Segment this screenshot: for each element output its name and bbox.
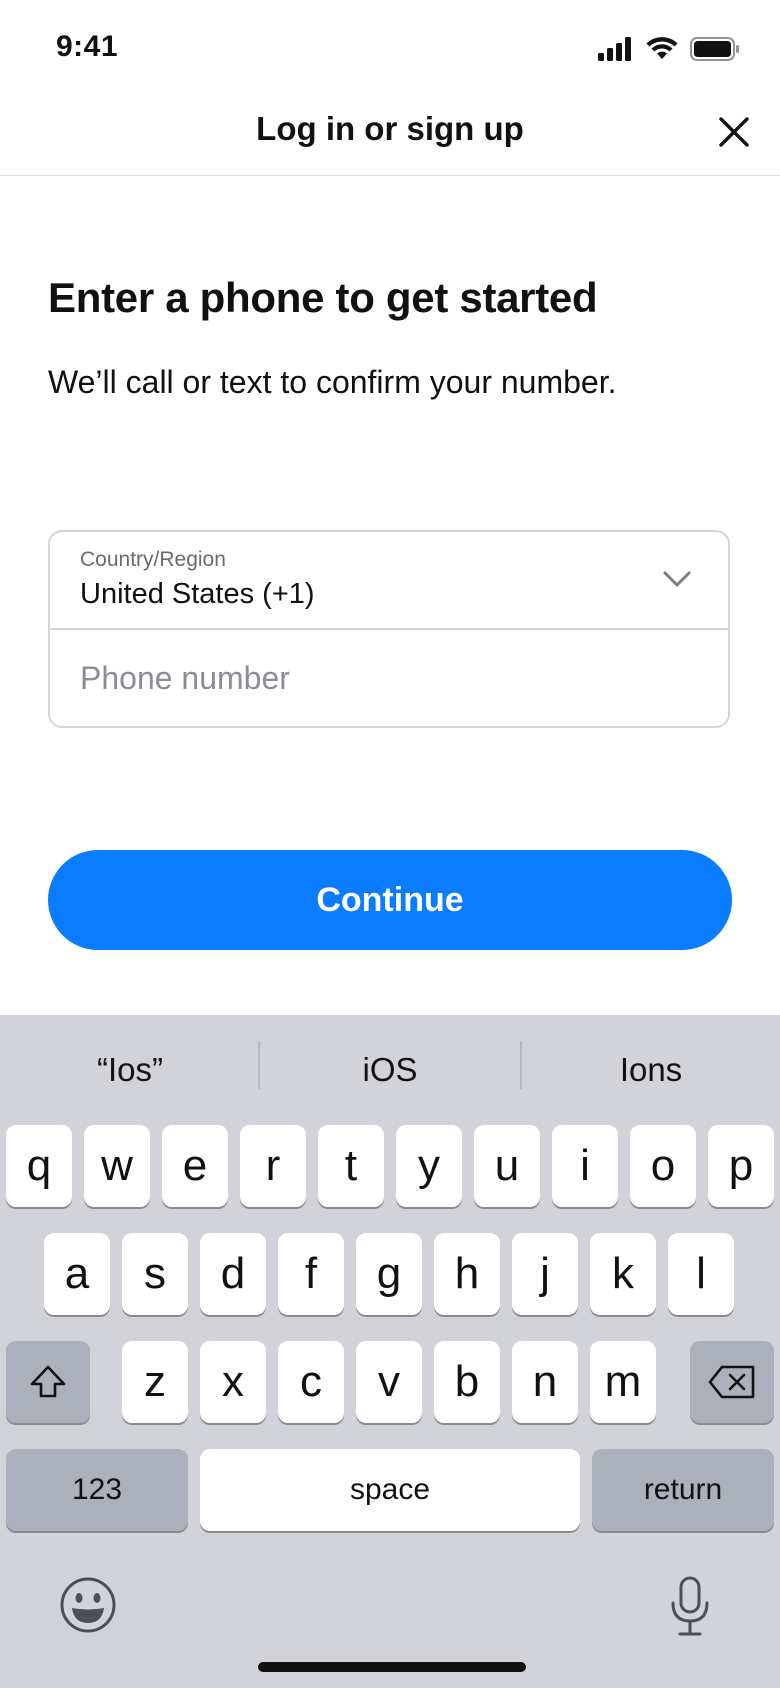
header-title: Log in or sign up [256, 110, 524, 147]
keyboard: “Ios” iOS Ions q w e r t y u i o p a s d… [0, 1015, 780, 1688]
key-p[interactable]: p [708, 1125, 774, 1207]
page-heading: Enter a phone to get started [48, 274, 598, 321]
key-h[interactable]: h [434, 1233, 500, 1315]
key-x[interactable]: x [200, 1341, 266, 1423]
battery-icon [690, 37, 739, 61]
shift-icon [30, 1365, 66, 1398]
suggestion-1[interactable]: “Ios” [0, 1045, 260, 1095]
status-time: 9:41 [56, 30, 119, 63]
continue-button[interactable]: Continue [48, 850, 732, 950]
key-g[interactable]: g [356, 1233, 422, 1315]
home-indicator[interactable] [258, 1662, 526, 1672]
country-region-select[interactable]: Country/Region United States (+1) [50, 532, 728, 630]
key-a[interactable]: a [44, 1233, 110, 1315]
return-key[interactable]: return [592, 1449, 774, 1531]
key-q[interactable]: q [6, 1125, 72, 1207]
key-j[interactable]: j [512, 1233, 578, 1315]
page-subtext: We’ll call or text to confirm your numbe… [48, 364, 617, 400]
phone-form: Country/Region United States (+1) [48, 530, 730, 728]
close-button[interactable] [712, 110, 756, 154]
key-c[interactable]: c [278, 1341, 344, 1423]
key-l[interactable]: l [668, 1233, 734, 1315]
key-d[interactable]: d [200, 1233, 266, 1315]
delete-icon [708, 1365, 755, 1399]
space-key[interactable]: space [200, 1449, 580, 1531]
microphone-icon [671, 1576, 709, 1636]
key-f[interactable]: f [278, 1233, 344, 1315]
close-icon [719, 117, 749, 147]
chevron-down-icon [663, 571, 691, 587]
shift-key[interactable] [6, 1341, 90, 1423]
key-v[interactable]: v [356, 1341, 422, 1423]
key-w[interactable]: w [84, 1125, 150, 1207]
key-r[interactable]: r [240, 1125, 306, 1207]
key-b[interactable]: b [434, 1341, 500, 1423]
key-e[interactable]: e [162, 1125, 228, 1207]
key-t[interactable]: t [318, 1125, 384, 1207]
header-divider [0, 175, 780, 176]
dictation-button[interactable] [666, 1575, 726, 1645]
delete-key[interactable] [690, 1341, 774, 1423]
suggestion-3[interactable]: Ions [522, 1045, 780, 1095]
signal-icon [598, 37, 631, 61]
wifi-icon [646, 37, 678, 59]
emoji-button[interactable] [58, 1575, 122, 1639]
country-region-label: Country/Region [80, 548, 226, 571]
numbers-key[interactable]: 123 [6, 1449, 188, 1531]
key-o[interactable]: o [630, 1125, 696, 1207]
key-n[interactable]: n [512, 1341, 578, 1423]
key-z[interactable]: z [122, 1341, 188, 1423]
country-region-value: United States (+1) [80, 578, 315, 610]
emoji-icon [60, 1577, 116, 1633]
key-y[interactable]: y [396, 1125, 462, 1207]
phone-number-input[interactable] [50, 630, 728, 726]
key-u[interactable]: u [474, 1125, 540, 1207]
key-k[interactable]: k [590, 1233, 656, 1315]
key-m[interactable]: m [590, 1341, 656, 1423]
key-i[interactable]: i [552, 1125, 618, 1207]
status-icons [598, 36, 740, 62]
suggestion-2[interactable]: iOS [260, 1045, 520, 1095]
key-s[interactable]: s [122, 1233, 188, 1315]
